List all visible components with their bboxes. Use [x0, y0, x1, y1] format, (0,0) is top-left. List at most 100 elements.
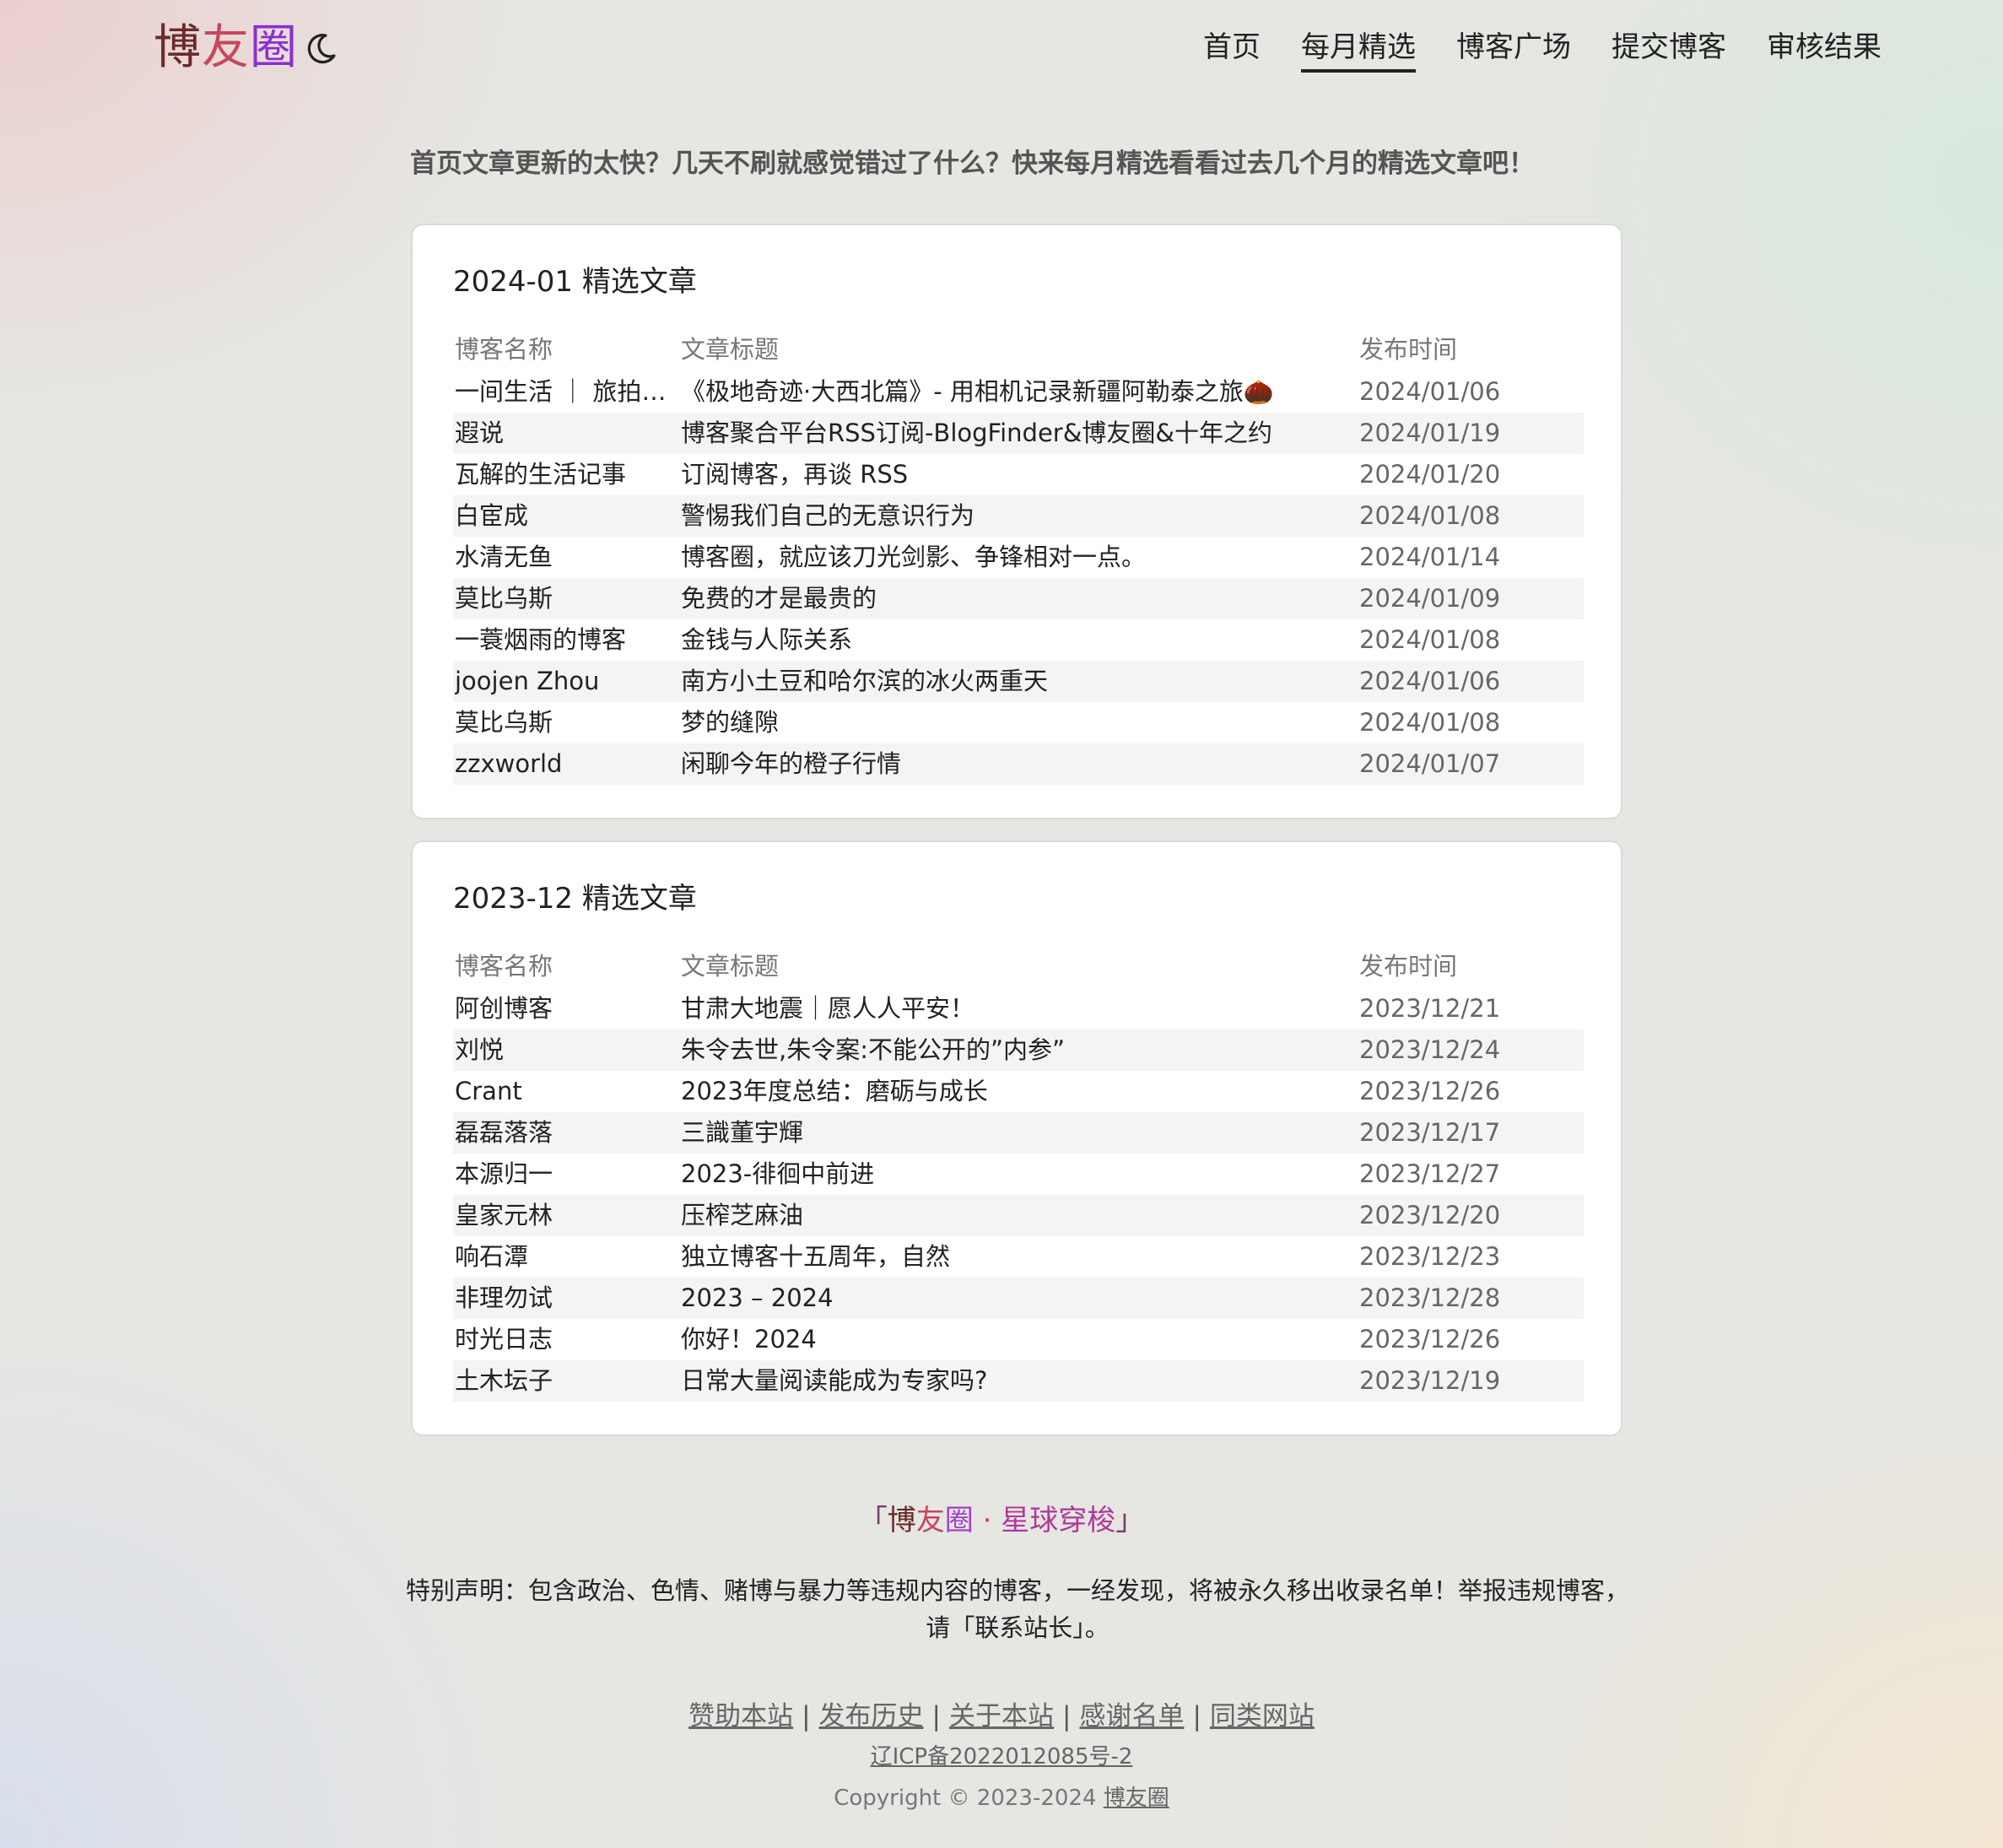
blog-name: 响石潭 [455, 1242, 529, 1271]
main-nav: 首页 每月精选 博客广场 提交博客 审核结果 [1203, 25, 1882, 73]
intro-text: 首页文章更新的太快？几天不刷就感觉错过了什么？快来每月精选看看过去几个月的精选文… [410, 149, 1535, 179]
table-row: 本源归一 2023-徘徊中前进 2023/12/27 [453, 1154, 1584, 1195]
publish-date: 2023/12/27 [1359, 1159, 1501, 1188]
table-row: 土木坛子 日常大量阅读能成为专家吗? 2023/12/19 [453, 1360, 1584, 1402]
blog-name: 白宦成 [455, 501, 529, 530]
publish-date: 2024/01/09 [1359, 584, 1501, 613]
footer-separator: | [1192, 1701, 1201, 1732]
publish-date: 2024/01/19 [1359, 419, 1501, 447]
footer-link-history[interactable]: 发布历史 [819, 1701, 924, 1732]
article-link[interactable]: 金钱与人际关系 [681, 625, 852, 654]
footer-link-thanks[interactable]: 感谢名单 [1079, 1701, 1184, 1732]
col-date-header: 发布时间 [1359, 335, 1458, 364]
slogan-char-3: 圈 [944, 1504, 974, 1537]
publish-date: 2024/01/07 [1359, 749, 1501, 778]
publish-date: 2023/12/28 [1359, 1283, 1501, 1312]
publish-date: 2023/12/17 [1359, 1118, 1501, 1147]
publish-date: 2024/01/14 [1359, 543, 1501, 571]
table-row: 白宦成 警惕我们自己的无意识行为 2024/01/08 [453, 495, 1584, 537]
month-card-2023-12: 2023-12 精选文章 博客名称 文章标题 发布时间 阿创博客 甘肃大地震｜愿人… [411, 840, 1622, 1436]
table-row: 刘悦 朱令去世,朱令案:不能公开的”内参” 2023/12/24 [453, 1029, 1584, 1071]
table-header: 博客名称 文章标题 发布时间 [453, 946, 1584, 988]
blog-name: 磊磊落落 [455, 1118, 553, 1147]
article-link[interactable]: 闲聊今年的橙子行情 [681, 749, 901, 778]
table-row: 时光日志 你好！2024 2023/12/26 [453, 1319, 1584, 1360]
moon-icon[interactable] [307, 32, 337, 66]
article-link[interactable]: 订阅博客，再谈 RSS [681, 460, 908, 489]
publish-date: 2023/12/20 [1359, 1201, 1501, 1229]
col-date-header: 发布时间 [1359, 952, 1458, 981]
table-row: 一间生活 ｜ 旅拍摄影 《极地奇迹·大西北篇》- 用相机记录新疆阿勒泰之旅🌰 202… [453, 371, 1584, 413]
blog-name: zzxworld [455, 749, 563, 778]
table-row: 阿创博客 甘肃大地震｜愿人人平安！ 2023/12/21 [453, 988, 1584, 1029]
table-row: Crant 2023年度总结：磨砺与成长 2023/12/26 [453, 1071, 1584, 1112]
article-link[interactable]: 2023 – 2024 [681, 1283, 834, 1312]
slogan-tagline: 星球穿梭 [1001, 1504, 1116, 1537]
footer-link-similar-sites[interactable]: 同类网站 [1210, 1701, 1315, 1732]
blog-name: Crant [455, 1077, 522, 1105]
article-link[interactable]: 免费的才是最贵的 [681, 584, 877, 613]
publish-date: 2024/01/06 [1359, 377, 1501, 406]
icp-link[interactable]: 辽ICP备2022012085号-2 [871, 1744, 1133, 1770]
table-row: 非理勿试 2023 – 2024 2023/12/28 [453, 1278, 1584, 1319]
blog-name: 遐说 [455, 419, 505, 447]
articles-table: 博客名称 文章标题 发布时间 阿创博客 甘肃大地震｜愿人人平安！ 2023/12/2… [453, 946, 1584, 1402]
article-link[interactable]: 朱令去世,朱令案:不能公开的”内参” [681, 1035, 1065, 1064]
col-blog-header: 博客名称 [455, 335, 553, 364]
article-link[interactable]: 独立博客十五周年，自然 [681, 1242, 950, 1271]
blog-name: 水清无鱼 [455, 543, 553, 571]
card-title: 2024-01 精选文章 [453, 265, 697, 299]
special-notice: 特别声明：包含政治、色情、赌博与暴力等违规内容的博客，一经发现，将被永久移出收录… [405, 1576, 1629, 1642]
blog-name: joojen Zhou [455, 667, 600, 695]
article-link[interactable]: 南方小土豆和哈尔滨的冰火两重天 [681, 667, 1048, 695]
footer-link-sponsor[interactable]: 赞助本站 [688, 1701, 793, 1732]
blog-name: 莫比乌斯 [455, 584, 553, 613]
logo-char-1: 博 [154, 20, 202, 75]
publish-date: 2023/12/19 [1359, 1366, 1501, 1395]
article-link[interactable]: 博客圈，就应该刀光剑影、争锋相对一点。 [681, 543, 1146, 571]
site-slogan: 「博友圈 · 星球穿梭」 [0, 1500, 2003, 1541]
col-title-header: 文章标题 [681, 335, 780, 364]
footer-separator: | [1062, 1701, 1072, 1732]
nav-monthly-picks[interactable]: 每月精选 [1301, 25, 1416, 73]
publish-date: 2023/12/24 [1359, 1035, 1501, 1064]
article-link[interactable]: 日常大量阅读能成为专家吗? [681, 1366, 987, 1395]
articles-table: 博客名称 文章标题 发布时间 一间生活 ｜ 旅拍摄影 《极地奇迹·大西北篇》- 用… [453, 329, 1584, 785]
article-link[interactable]: 压榨芝麻油 [681, 1201, 803, 1229]
article-link[interactable]: 警惕我们自己的无意识行为 [681, 501, 975, 530]
article-link[interactable]: 博客聚合平台RSS订阅-BlogFinder&博友圈&十年之约 [681, 419, 1272, 447]
table-row: 水清无鱼 博客圈，就应该刀光剑影、争锋相对一点。 2024/01/14 [453, 537, 1584, 578]
publish-date: 2023/12/21 [1359, 994, 1501, 1023]
blog-name: 阿创博客 [455, 994, 553, 1023]
publish-date: 2023/12/26 [1359, 1325, 1501, 1354]
table-header: 博客名称 文章标题 发布时间 [453, 329, 1584, 371]
article-link[interactable]: 2023年度总结：磨砺与成长 [681, 1077, 988, 1105]
icp-record: 辽ICP备2022012085号-2 [0, 1740, 2003, 1774]
publish-date: 2024/01/08 [1359, 501, 1501, 530]
article-link[interactable]: 三識董宇輝 [681, 1118, 803, 1147]
slogan-close-bracket: 」 [1115, 1504, 1145, 1537]
publish-date: 2024/01/08 [1359, 708, 1501, 737]
article-link[interactable]: 你好！2024 [681, 1325, 817, 1354]
copyright-text: Copyright © 2023-2024 [834, 1786, 1097, 1811]
nav-home[interactable]: 首页 [1203, 25, 1261, 73]
col-title-header: 文章标题 [681, 952, 780, 981]
nav-submit-blog[interactable]: 提交博客 [1612, 25, 1726, 73]
nav-blog-square[interactable]: 博客广场 [1456, 25, 1571, 73]
slogan-char-1: 博 [887, 1504, 916, 1537]
footer-link-about[interactable]: 关于本站 [949, 1701, 1054, 1732]
nav-review-results[interactable]: 审核结果 [1767, 25, 1882, 73]
article-link[interactable]: 2023-徘徊中前进 [681, 1159, 874, 1188]
site-logo[interactable]: 博友圈 [154, 19, 298, 78]
blog-name: 刘悦 [455, 1035, 505, 1064]
article-link[interactable]: 《极地奇迹·大西北篇》- 用相机记录新疆阿勒泰之旅🌰 [681, 377, 1274, 406]
blog-name: 瓦解的生活记事 [455, 460, 627, 489]
copyright: Copyright © 2023-2024 博友圈 [0, 1781, 2003, 1815]
logo-char-2: 友 [202, 20, 250, 75]
article-link[interactable]: 甘肃大地震｜愿人人平安！ [681, 994, 975, 1023]
copyright-site-link[interactable]: 博友圈 [1104, 1786, 1169, 1811]
publish-date: 2024/01/08 [1359, 625, 1501, 654]
col-blog-header: 博客名称 [455, 952, 553, 981]
article-link[interactable]: 梦的缝隙 [681, 708, 779, 737]
table-row: 瓦解的生活记事 订阅博客，再谈 RSS 2024/01/20 [453, 454, 1584, 495]
